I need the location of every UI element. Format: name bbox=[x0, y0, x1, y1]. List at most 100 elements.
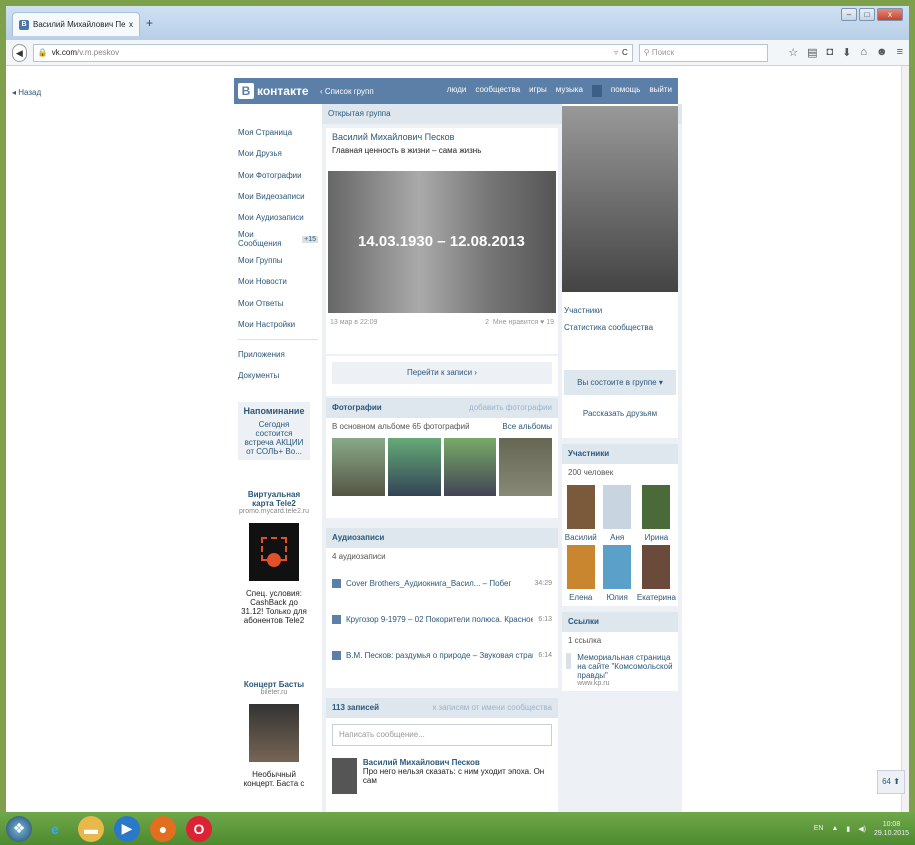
home-icon[interactable]: ⌂ bbox=[860, 46, 867, 59]
photo-thumb[interactable] bbox=[499, 438, 552, 496]
nav-music[interactable]: музыка bbox=[556, 85, 583, 97]
top-nav: люди сообщества игры музыка помощь выйти bbox=[447, 85, 678, 97]
post-avatar[interactable] bbox=[332, 758, 357, 794]
download-icon[interactable]: ⬇ bbox=[842, 46, 851, 59]
menu-my-page[interactable]: Моя Страница bbox=[238, 122, 318, 143]
back-arrow-icon[interactable]: ◀ bbox=[12, 43, 27, 62]
clock[interactable]: 10:08 29.10.2015 bbox=[874, 820, 909, 838]
menu-apps[interactable]: Приложения bbox=[238, 344, 318, 365]
menu-my-messages[interactable]: Мои Сообщения +15 bbox=[238, 228, 318, 249]
nav-communities[interactable]: сообщества bbox=[475, 85, 520, 97]
browser-search-input[interactable]: ⚲ Поиск bbox=[638, 43, 769, 62]
reload-icon[interactable]: C bbox=[622, 48, 628, 57]
member-item[interactable]: Юлия bbox=[600, 545, 633, 602]
cover-collage-image[interactable]: 14.03.1930 – 12.08.2013 bbox=[328, 171, 556, 313]
joined-group-button[interactable]: Вы состоите в группе ▾ bbox=[564, 370, 676, 395]
window-controls: – □ x bbox=[841, 8, 903, 21]
language-indicator[interactable]: EN bbox=[814, 825, 824, 832]
members-title[interactable]: Участники bbox=[568, 449, 609, 459]
bookmarks-list-icon[interactable]: ▤ bbox=[807, 46, 817, 59]
add-photos-link[interactable]: добавить фотографии bbox=[469, 403, 552, 413]
start-button-icon[interactable]: ❖ bbox=[6, 815, 32, 842]
minimize-button[interactable]: – bbox=[841, 8, 857, 21]
pocket-icon[interactable]: ◘ bbox=[826, 46, 833, 59]
dropdown-icon[interactable]: ▿ bbox=[614, 48, 618, 57]
network-icon[interactable]: ▮ bbox=[846, 825, 850, 833]
back-link[interactable]: ◂ Назад bbox=[12, 88, 41, 97]
link-item[interactable]: Мемориальная страница на сайте "Комсомол… bbox=[562, 649, 678, 691]
track-row[interactable]: В.М. Песков: раздумья о природе – Звуков… bbox=[326, 637, 558, 673]
ad-image bbox=[249, 704, 299, 762]
link-icon bbox=[566, 653, 572, 669]
members-link[interactable]: Участники bbox=[564, 306, 676, 315]
wall-post-input[interactable]: Написать сообщение... bbox=[332, 724, 552, 746]
post-author[interactable]: Василий Михайлович Песков bbox=[363, 758, 552, 767]
menu-my-groups[interactable]: Мои Группы bbox=[238, 250, 318, 271]
music-play-icon[interactable] bbox=[591, 85, 602, 97]
nav-help[interactable]: помощь bbox=[611, 85, 640, 97]
menu-my-videos[interactable]: Мои Видеозаписи bbox=[238, 186, 318, 207]
member-item[interactable]: Ирина bbox=[637, 485, 676, 542]
tell-friends-button[interactable]: Рассказать друзьям bbox=[564, 401, 676, 426]
nav-people[interactable]: люди bbox=[447, 85, 467, 97]
photo-thumb[interactable] bbox=[332, 438, 385, 496]
menu-my-settings[interactable]: Мои Настройки bbox=[238, 314, 318, 335]
feedback-counter[interactable]: 64 ⬆ bbox=[877, 770, 905, 794]
tab-close-icon[interactable]: x bbox=[129, 20, 133, 29]
menu-my-audio[interactable]: Мои Аудиозаписи bbox=[238, 207, 318, 228]
group-info-block: Василий Михайлович Песков Главная ценнос… bbox=[326, 128, 558, 354]
right-column: Участники Статистика сообщества Вы состо… bbox=[562, 104, 678, 812]
photos-title[interactable]: Фотографии bbox=[332, 403, 382, 413]
all-albums-link[interactable]: Все альбомы bbox=[502, 422, 552, 431]
reminder-box[interactable]: Напоминание Сегодня состоится встреча АК… bbox=[238, 402, 310, 460]
track-row[interactable]: Кругозор 9-1979 – 02 Покорители полюса. … bbox=[326, 601, 558, 637]
media-player-icon[interactable]: ▶ bbox=[114, 815, 140, 842]
new-tab-button[interactable]: + bbox=[146, 16, 153, 30]
member-item[interactable]: Екатерина bbox=[637, 545, 676, 602]
photo-thumb[interactable] bbox=[443, 438, 497, 496]
menu-my-photos[interactable]: Мои Фотографии bbox=[238, 165, 318, 186]
chat-icon[interactable]: ☻ bbox=[876, 46, 888, 59]
bookmark-star-icon[interactable]: ☆ bbox=[788, 46, 798, 59]
ad-tele2[interactable]: Виртуальная карта Tele2 promo.mycard.tel… bbox=[238, 490, 310, 625]
browser-tab[interactable]: В Василий Михайлович Пе... x bbox=[12, 12, 140, 36]
like-button[interactable]: Мне нравится ♥ 19 bbox=[493, 319, 554, 326]
menu-my-friends[interactable]: Мои Друзья bbox=[238, 143, 318, 164]
member-item[interactable]: Елена bbox=[564, 545, 597, 602]
group-list-link[interactable]: ‹ Список групп bbox=[320, 87, 447, 96]
member-item[interactable]: Аня bbox=[600, 485, 633, 542]
nav-logout[interactable]: выйти bbox=[649, 85, 672, 97]
group-avatar-image[interactable] bbox=[562, 106, 678, 292]
maximize-button[interactable]: □ bbox=[859, 8, 875, 21]
play-icon[interactable] bbox=[332, 578, 341, 588]
track-row[interactable]: Cover Brothers_Аудиокнига_Васил... – Поб… bbox=[326, 565, 558, 601]
audio-title[interactable]: Аудиозаписи bbox=[332, 533, 384, 543]
photo-thumb[interactable] bbox=[387, 438, 441, 496]
menu-icon[interactable]: ≡ bbox=[897, 46, 903, 59]
vk-header: В контакте ‹ Список групп люди сообществ… bbox=[234, 78, 678, 104]
close-window-button[interactable]: x bbox=[877, 8, 903, 21]
wall-count[interactable]: 113 записей bbox=[332, 703, 379, 713]
repost-count[interactable]: 2 bbox=[485, 319, 489, 326]
volume-icon[interactable]: ◀) bbox=[858, 825, 866, 833]
menu-my-news[interactable]: Мои Новости bbox=[238, 271, 318, 292]
play-icon[interactable] bbox=[332, 650, 341, 660]
nav-games[interactable]: игры bbox=[529, 85, 547, 97]
page-scrollbar[interactable] bbox=[901, 66, 909, 812]
play-icon[interactable] bbox=[332, 614, 341, 624]
links-title[interactable]: Ссылки bbox=[568, 617, 599, 627]
tray-arrow-icon[interactable]: ▲ bbox=[831, 825, 838, 832]
firefox-icon[interactable]: ● bbox=[150, 815, 176, 842]
ie-icon[interactable]: e bbox=[42, 816, 68, 842]
explorer-folder-icon[interactable]: ▬ bbox=[78, 815, 104, 842]
ad-basta[interactable]: Концерт Басты bileter.ru Необычный конце… bbox=[238, 680, 310, 788]
member-item[interactable]: Василий bbox=[564, 485, 597, 542]
stats-link[interactable]: Статистика сообщества bbox=[564, 323, 676, 332]
menu-my-answers[interactable]: Мои Ответы bbox=[238, 292, 318, 313]
menu-docs[interactable]: Документы bbox=[238, 365, 318, 386]
go-to-post-button[interactable]: Перейти к записи › bbox=[332, 362, 552, 384]
wall-filter-link[interactable]: к записям от имени сообщества bbox=[433, 703, 552, 713]
address-bar[interactable]: 🔒 vk.com/v.m.peskov ▿ C bbox=[32, 43, 633, 62]
vk-logo[interactable]: В контакте bbox=[234, 83, 320, 99]
opera-icon[interactable]: O bbox=[186, 815, 212, 842]
